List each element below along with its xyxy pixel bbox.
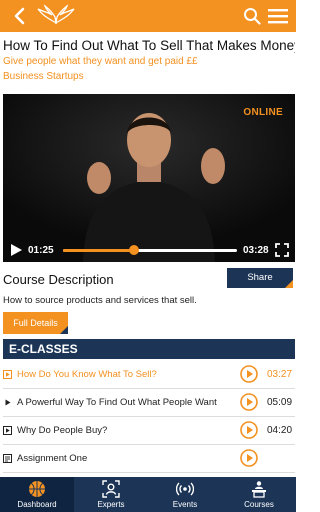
fullscreen-icon[interactable]	[275, 243, 289, 257]
course-description-heading: Course Description	[3, 272, 114, 287]
video-frame-presenter	[3, 94, 295, 262]
basketball-icon	[29, 481, 45, 497]
eclass-duration: 05:09	[267, 397, 293, 408]
nav-label: Courses	[244, 500, 274, 509]
broadcast-icon	[176, 482, 194, 496]
bottom-navigation: Dashboard Experts Events Courses	[0, 477, 296, 512]
play-icon[interactable]	[10, 244, 22, 256]
expert-user-icon	[102, 480, 120, 498]
seek-bar-progress	[63, 249, 135, 252]
eclass-title: Why Do People Buy?	[17, 425, 108, 436]
nav-experts[interactable]: Experts	[74, 477, 148, 512]
podium-icon	[252, 481, 266, 498]
online-badge: ONLINE	[243, 107, 283, 118]
play-square-icon	[3, 370, 12, 379]
eclass-title: Assignment One	[17, 453, 88, 464]
share-button[interactable]: Share	[227, 268, 293, 288]
current-time: 01:25	[28, 245, 54, 256]
eclass-row[interactable]: A Powerful Way To Find Out What People W…	[3, 389, 295, 417]
eclass-title: How Do You Know What To Sell?	[17, 369, 157, 380]
eclasses-heading: E-CLASSES	[3, 339, 295, 359]
course-subtitle: Give people what they want and get paid …	[3, 56, 198, 67]
video-duration: 03:28	[243, 245, 269, 256]
course-title: How To Find Out What To Sell That Makes …	[3, 38, 295, 53]
play-circle-icon[interactable]	[240, 393, 258, 411]
play-square-icon	[3, 426, 12, 435]
wings-logo	[37, 4, 75, 25]
eclass-row[interactable]: Why Do People Buy? 04:20	[3, 417, 295, 445]
video-player[interactable]: ONLINE 01:25 03:28	[3, 94, 295, 262]
eclass-duration: 04:20	[267, 425, 293, 436]
play-circle-icon[interactable]	[240, 365, 258, 383]
nav-label: Events	[172, 500, 198, 509]
play-circle-icon[interactable]	[240, 449, 258, 467]
chevron-left-icon[interactable]	[10, 6, 30, 26]
document-icon	[3, 454, 12, 463]
course-description-text: How to source products and services that…	[3, 295, 197, 306]
seek-bar[interactable]	[63, 245, 237, 255]
search-icon[interactable]	[243, 7, 261, 25]
eclass-title: A Powerful Way To Find Out What People W…	[17, 397, 217, 408]
nav-events[interactable]: Events	[148, 477, 222, 512]
nav-courses[interactable]: Courses	[222, 477, 296, 512]
top-app-bar	[0, 0, 296, 32]
nav-label: Experts	[97, 500, 125, 509]
nav-dashboard[interactable]: Dashboard	[0, 477, 74, 512]
eclass-duration: 03:27	[267, 369, 293, 380]
play-circle-icon[interactable]	[240, 421, 258, 439]
eclasses-list: How Do You Know What To Sell? 03:27 A Po…	[3, 361, 295, 473]
course-category[interactable]: Business Startups	[3, 71, 84, 82]
nav-label: Dashboard	[17, 500, 57, 509]
full-details-button[interactable]: Full Details	[3, 312, 68, 334]
eclass-row[interactable]: How Do You Know What To Sell? 03:27	[3, 361, 295, 389]
eclass-row[interactable]: Assignment One	[3, 445, 295, 473]
play-square-icon	[5, 399, 11, 406]
hamburger-menu-icon[interactable]	[268, 8, 288, 24]
